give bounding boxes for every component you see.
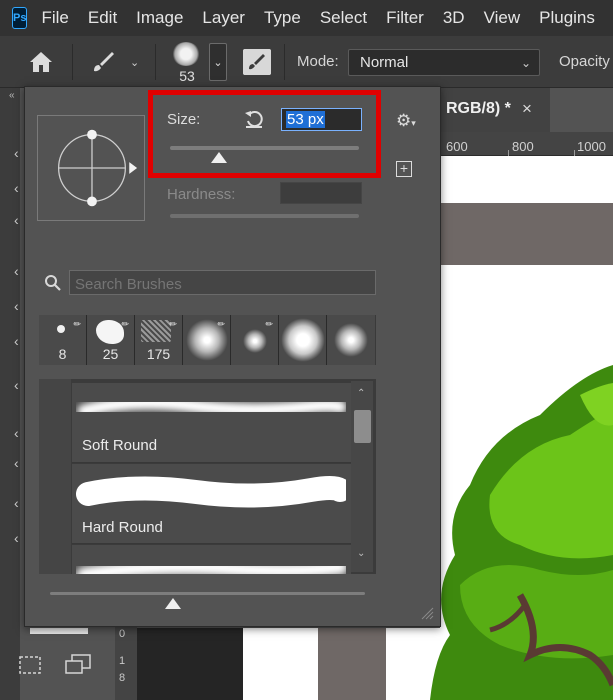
brush-settings-panel-icon[interactable] <box>243 49 271 75</box>
recent-brush-item[interactable] <box>327 315 375 365</box>
options-bar: ⌄ 53 ⌄ Mode: Normal ⌄ Opacity <box>0 36 613 88</box>
brush-presets-list: Soft Round Hard Round <box>39 379 376 574</box>
brush-tip-angle-preview[interactable] <box>37 115 145 221</box>
menu-plugins[interactable]: Plugins <box>539 8 595 28</box>
menu-image[interactable]: Image <box>136 8 183 28</box>
menu-filter[interactable]: Filter <box>386 8 424 28</box>
brush-tool-icon[interactable] <box>90 49 116 75</box>
menu-layer[interactable]: Layer <box>202 8 245 28</box>
recent-brush-item[interactable]: ✏ <box>231 315 279 365</box>
brush-preset-row[interactable]: Hard Round <box>72 464 351 544</box>
separator <box>284 44 285 80</box>
brush-preset-row[interactable]: Soft Round <box>72 383 351 463</box>
recent-brush-item[interactable]: ✏ 175 <box>135 315 183 365</box>
menu-file[interactable]: File <box>41 8 68 28</box>
mode-dropdown[interactable]: Normal ⌄ <box>348 49 540 76</box>
home-icon[interactable] <box>28 50 54 74</box>
tool-icon[interactable]: ‹ <box>14 212 19 228</box>
screen-mode-icon[interactable] <box>64 653 92 675</box>
brush-stroke-preview <box>76 559 346 574</box>
hardness-input[interactable] <box>280 182 362 204</box>
recent-brush-item[interactable] <box>279 315 327 365</box>
brush-preset-size: 53 <box>179 68 195 84</box>
ruler-label: 0 <box>119 628 126 640</box>
tool-icon[interactable]: ‹ <box>14 145 19 161</box>
menu-3d[interactable]: 3D <box>443 8 465 28</box>
canvas-gray-band <box>440 203 613 265</box>
recent-brush-size: 25 <box>102 346 119 362</box>
document-tab-title: RGB/8) * <box>446 100 511 117</box>
hardness-slider-track[interactable] <box>170 214 359 218</box>
recent-brushes-strip: ✏ 8 ✏ 25 ✏ 175 ✏ ✏ <box>39 315 376 365</box>
preview-size-slider-track[interactable] <box>50 592 365 595</box>
recent-brush-size: 175 <box>146 346 171 362</box>
recent-brush-size: 8 <box>58 346 67 362</box>
separator <box>72 44 73 80</box>
list-gutter <box>39 379 71 574</box>
tree-illustration <box>430 365 613 700</box>
brush-pen-icon: ✏ <box>121 319 129 329</box>
brush-preset-row[interactable] <box>72 545 351 574</box>
canvas-pole <box>318 628 386 700</box>
brush-preset-picker-button[interactable]: ⌄ <box>209 43 227 81</box>
ruler-label: 8 <box>119 672 126 684</box>
close-icon[interactable]: × <box>522 99 532 119</box>
mode-value: Normal <box>360 54 409 71</box>
brush-pen-icon: ✏ <box>265 319 273 329</box>
search-icon <box>45 275 61 291</box>
opacity-label: Opacity <box>559 53 610 70</box>
brush-pen-icon: ✏ <box>169 319 177 329</box>
new-preset-icon[interactable]: + <box>396 161 412 177</box>
menu-view[interactable]: View <box>484 8 521 28</box>
preview-size-slider-thumb[interactable] <box>164 598 181 609</box>
brush-pen-icon: ✏ <box>73 319 81 329</box>
scroll-up-icon[interactable]: ⌃ <box>357 388 365 399</box>
ruler-label: 600 <box>446 139 468 154</box>
canvas-dark-area <box>137 628 243 700</box>
menu-select[interactable]: Select <box>320 8 367 28</box>
separator <box>155 44 156 80</box>
tool-icon[interactable]: ‹ <box>14 455 19 471</box>
resize-grip-icon[interactable] <box>418 604 434 620</box>
ruler-label: 1000 <box>577 139 606 154</box>
brush-preset-name: Soft Round <box>82 437 158 454</box>
tool-icon[interactable]: ‹ <box>14 333 19 349</box>
soft-round-stroke-preview <box>77 396 346 418</box>
recent-brush-item[interactable]: ✏ <box>183 315 231 365</box>
quick-mask-icon[interactable] <box>18 655 42 675</box>
tool-icon[interactable]: ‹ <box>14 530 19 546</box>
photoshop-logo[interactable]: Ps <box>12 7 28 29</box>
mode-label: Mode: <box>297 53 339 70</box>
tool-icon[interactable]: ‹ <box>14 377 19 393</box>
canvas-white-area <box>243 628 318 700</box>
gear-icon[interactable]: ⚙▾ <box>396 111 416 131</box>
color-swatch-edge[interactable] <box>30 628 88 634</box>
search-brushes-input[interactable] <box>69 270 376 295</box>
chevron-down-icon[interactable]: ⌄ <box>130 56 139 69</box>
ruler-label: 1 <box>119 655 126 667</box>
chevron-down-icon: ⌄ <box>520 56 531 70</box>
recent-brush-item[interactable]: ✏ 8 <box>39 315 87 365</box>
size-highlight-box <box>148 90 381 178</box>
scroll-thumb[interactable] <box>354 410 371 443</box>
recent-brush-item[interactable]: ✏ 25 <box>87 315 135 365</box>
menu-type[interactable]: Type <box>264 8 301 28</box>
hardness-label: Hardness: <box>167 186 236 203</box>
tool-icon[interactable]: ‹ <box>14 495 19 511</box>
ruler-label: 800 <box>512 139 534 154</box>
tool-icon[interactable]: ‹ <box>14 298 19 314</box>
brush-preset-thumbnail[interactable] <box>172 42 200 66</box>
collapse-panel-icon[interactable]: « <box>9 90 15 101</box>
brush-pen-icon: ✏ <box>217 319 225 329</box>
scroll-down-icon[interactable]: ⌄ <box>357 548 365 559</box>
menu-bar: Ps File Edit Image Layer Type Select Fil… <box>0 0 613 36</box>
tool-icon[interactable]: ‹ <box>14 180 19 196</box>
tool-icon[interactable]: ‹ <box>14 425 19 441</box>
menu-edit[interactable]: Edit <box>88 8 117 28</box>
hard-round-stroke-preview <box>76 476 346 508</box>
brush-preset-name: Hard Round <box>82 519 163 536</box>
tool-icon[interactable]: ‹ <box>14 263 19 279</box>
